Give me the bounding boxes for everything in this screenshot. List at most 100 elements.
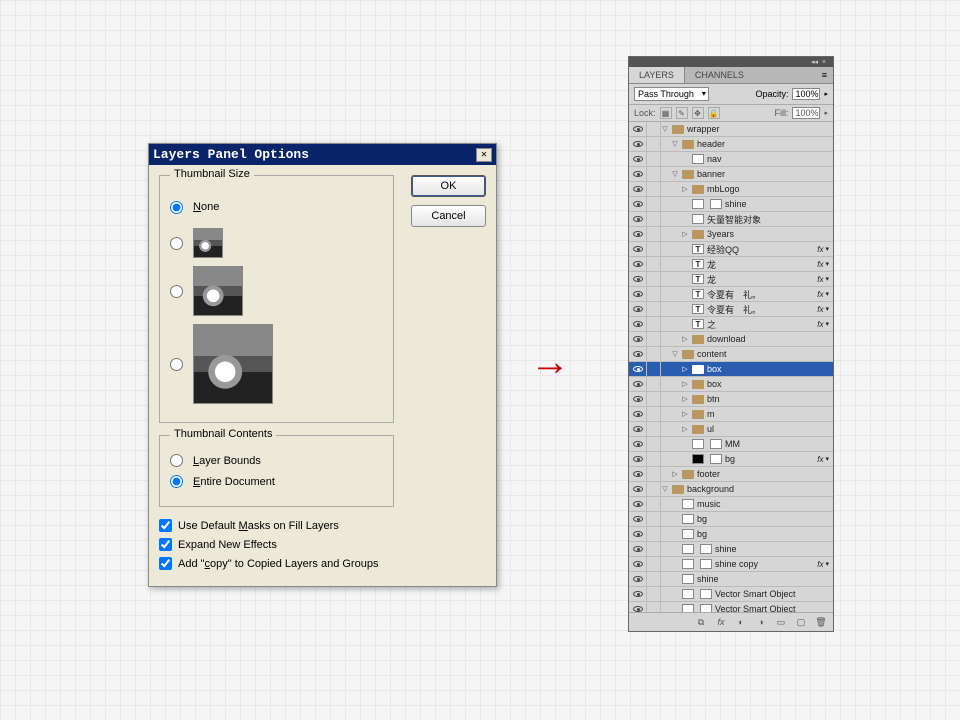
layer-row[interactable]: Vector Smart Object xyxy=(629,587,833,602)
disclosure-icon[interactable]: ▷ xyxy=(681,365,689,373)
visibility-toggle[interactable] xyxy=(629,557,647,571)
visibility-toggle[interactable] xyxy=(629,422,647,436)
layer-row[interactable]: shine copyfx▾ xyxy=(629,557,833,572)
layer-row[interactable]: ▽header xyxy=(629,137,833,152)
visibility-toggle[interactable] xyxy=(629,242,647,256)
disclosure-icon[interactable]: ▷ xyxy=(681,230,689,238)
visibility-toggle[interactable] xyxy=(629,287,647,301)
radio-medium[interactable] xyxy=(170,285,183,298)
radio-none[interactable] xyxy=(170,201,183,214)
disclosure-icon[interactable]: ▽ xyxy=(671,350,679,358)
layer-row[interactable]: ▽content xyxy=(629,347,833,362)
layer-row[interactable]: ▷ul xyxy=(629,422,833,437)
fx-expand-icon[interactable]: ▾ xyxy=(825,275,829,283)
disclosure-icon[interactable]: ▷ xyxy=(681,380,689,388)
visibility-toggle[interactable] xyxy=(629,542,647,556)
visibility-toggle[interactable] xyxy=(629,392,647,406)
lock-all-icon[interactable]: 🔒 xyxy=(708,107,720,119)
visibility-toggle[interactable] xyxy=(629,317,647,331)
ok-button[interactable]: OK xyxy=(411,175,486,197)
layer-row[interactable]: ▷3years xyxy=(629,227,833,242)
layer-row[interactable]: ▷m xyxy=(629,407,833,422)
visibility-toggle[interactable] xyxy=(629,347,647,361)
visibility-toggle[interactable] xyxy=(629,257,647,271)
blend-mode-dropdown[interactable]: Pass Through xyxy=(634,87,709,101)
fx-expand-icon[interactable]: ▾ xyxy=(825,245,829,253)
layer-row[interactable]: ▷footer xyxy=(629,467,833,482)
visibility-toggle[interactable] xyxy=(629,407,647,421)
layer-row[interactable]: T令夏有 礼。fx▾ xyxy=(629,287,833,302)
link-layers-icon[interactable]: ⧉ xyxy=(694,616,708,628)
layer-row[interactable]: ▽wrapper xyxy=(629,122,833,137)
visibility-toggle[interactable] xyxy=(629,152,647,166)
adjustment-icon[interactable]: ◑ xyxy=(754,616,768,628)
opacity-arrow-icon[interactable]: ▸ xyxy=(824,90,828,98)
layer-row[interactable]: T龙fx▾ xyxy=(629,272,833,287)
layer-row[interactable]: nav xyxy=(629,152,833,167)
layer-row[interactable]: T龙fx▾ xyxy=(629,257,833,272)
visibility-toggle[interactable] xyxy=(629,452,647,466)
trash-icon[interactable]: 🗑 xyxy=(814,616,828,628)
visibility-toggle[interactable] xyxy=(629,212,647,226)
layer-row[interactable]: T经验QQfx▾ xyxy=(629,242,833,257)
close-icon[interactable]: ✕ xyxy=(476,148,492,162)
visibility-toggle[interactable] xyxy=(629,467,647,481)
disclosure-icon[interactable]: ▽ xyxy=(661,485,669,493)
visibility-toggle[interactable] xyxy=(629,332,647,346)
radio-entire-document[interactable] xyxy=(170,475,183,488)
checkbox-expand-effects[interactable] xyxy=(159,538,172,551)
layer-row[interactable]: shine xyxy=(629,197,833,212)
layer-row[interactable]: bg xyxy=(629,512,833,527)
cancel-button[interactable]: Cancel xyxy=(411,205,486,227)
checkbox-add-copy[interactable] xyxy=(159,557,172,570)
collapse-icon[interactable]: ◂◂ xyxy=(811,59,818,66)
layer-row[interactable]: Vector Smart Object xyxy=(629,602,833,612)
fill-arrow-icon[interactable]: ▸ xyxy=(824,109,828,117)
disclosure-icon[interactable]: ▷ xyxy=(681,425,689,433)
fx-expand-icon[interactable]: ▾ xyxy=(825,305,829,313)
visibility-toggle[interactable] xyxy=(629,377,647,391)
lock-pixels-icon[interactable]: ✎ xyxy=(676,107,688,119)
visibility-toggle[interactable] xyxy=(629,572,647,586)
panel-menu-icon[interactable]: ≡ xyxy=(816,67,833,83)
fx-expand-icon[interactable]: ▾ xyxy=(825,260,829,268)
visibility-toggle[interactable] xyxy=(629,122,647,136)
tab-channels[interactable]: CHANNELS xyxy=(685,67,754,83)
visibility-toggle[interactable] xyxy=(629,527,647,541)
lock-position-icon[interactable]: ✥ xyxy=(692,107,704,119)
disclosure-icon[interactable]: ▽ xyxy=(671,140,679,148)
fx-expand-icon[interactable]: ▾ xyxy=(825,455,829,463)
fx-expand-icon[interactable]: ▾ xyxy=(825,290,829,298)
disclosure-icon[interactable]: ▽ xyxy=(661,125,669,133)
layer-row[interactable]: bgfx▾ xyxy=(629,452,833,467)
visibility-toggle[interactable] xyxy=(629,137,647,151)
radio-large[interactable] xyxy=(170,358,183,371)
visibility-toggle[interactable] xyxy=(629,602,647,612)
layer-row[interactable]: ▷download xyxy=(629,332,833,347)
disclosure-icon[interactable]: ▽ xyxy=(671,170,679,178)
disclosure-icon[interactable]: ▷ xyxy=(671,470,679,478)
layer-row[interactable]: ▷btn xyxy=(629,392,833,407)
fx-expand-icon[interactable]: ▾ xyxy=(825,560,829,568)
layer-row[interactable]: T令夏有 礼。fx▾ xyxy=(629,302,833,317)
fill-input[interactable]: 100% xyxy=(792,107,820,119)
opacity-input[interactable]: 100% xyxy=(792,88,820,100)
close-panel-icon[interactable]: × xyxy=(822,59,829,66)
layer-row[interactable]: T之fx▾ xyxy=(629,317,833,332)
tab-layers[interactable]: LAYERS xyxy=(629,67,685,83)
layer-row[interactable]: shine xyxy=(629,542,833,557)
fx-icon[interactable]: fx xyxy=(714,616,728,628)
new-group-icon[interactable]: ▭ xyxy=(774,616,788,628)
layer-row[interactable]: shine xyxy=(629,572,833,587)
visibility-toggle[interactable] xyxy=(629,437,647,451)
visibility-toggle[interactable] xyxy=(629,512,647,526)
radio-small[interactable] xyxy=(170,237,183,250)
visibility-toggle[interactable] xyxy=(629,197,647,211)
visibility-toggle[interactable] xyxy=(629,272,647,286)
visibility-toggle[interactable] xyxy=(629,302,647,316)
layer-row[interactable]: ▷box xyxy=(629,377,833,392)
radio-layer-bounds[interactable] xyxy=(170,454,183,467)
layer-row[interactable]: 矢量智能对象 xyxy=(629,212,833,227)
layer-row[interactable]: ▷box xyxy=(629,362,833,377)
layer-row[interactable]: MM xyxy=(629,437,833,452)
